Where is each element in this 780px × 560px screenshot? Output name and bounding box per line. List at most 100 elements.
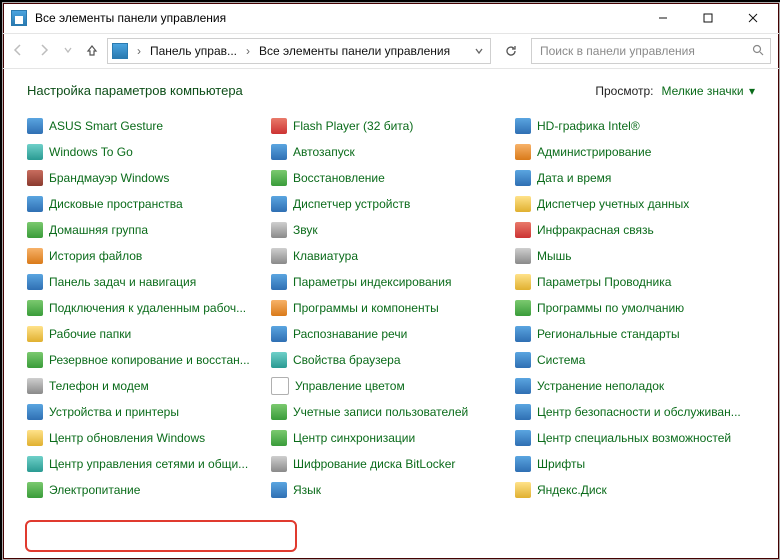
control-panel-item[interactable]: Диспетчер учетных данных	[515, 194, 755, 214]
control-panel-item[interactable]: Flash Player (32 бита)	[271, 116, 511, 136]
control-panel-item[interactable]: Электропитание	[27, 480, 267, 500]
item-label: Электропитание	[49, 483, 267, 497]
items-grid: ASUS Smart Gesture Flash Player (32 бита)…	[27, 116, 755, 500]
control-panel-item[interactable]: Шрифты	[515, 454, 755, 474]
close-button[interactable]	[730, 4, 775, 32]
control-panel-item[interactable]: Звук	[271, 220, 511, 240]
maximize-button[interactable]	[685, 4, 730, 32]
item-label: Центр синхронизации	[293, 431, 511, 445]
back-button[interactable]	[11, 43, 25, 60]
control-panel-item[interactable]: HD-графика Intel®	[515, 116, 755, 136]
backup-icon	[27, 352, 43, 368]
user-accounts-icon	[271, 404, 287, 420]
item-label: Восстановление	[293, 171, 511, 185]
control-panel-item[interactable]: Центр специальных возможностей	[515, 428, 755, 448]
control-panel-item[interactable]: Центр управления сетями и общи...	[27, 454, 267, 474]
control-panel-item[interactable]: Администрирование	[515, 142, 755, 162]
refresh-button[interactable]	[499, 44, 523, 58]
item-label: Администрирование	[537, 145, 755, 159]
search-icon	[752, 44, 764, 59]
control-panel-item[interactable]: Рабочие папки	[27, 324, 267, 344]
control-panel-item[interactable]: Центр обновления Windows	[27, 428, 267, 448]
item-label: История файлов	[49, 249, 267, 263]
control-panel-item[interactable]: Брандмауэр Windows	[27, 168, 267, 188]
date-time-icon	[515, 170, 531, 186]
control-panel-item[interactable]: Центр синхронизации	[271, 428, 511, 448]
control-panel-item[interactable]: Дисковые пространства	[27, 194, 267, 214]
item-label: Устройства и принтеры	[49, 405, 267, 419]
item-label: Устранение неполадок	[537, 379, 755, 393]
forward-button[interactable]	[37, 43, 51, 60]
control-panel-item[interactable]: Восстановление	[271, 168, 511, 188]
breadcrumb-segment-2[interactable]: Все элементы панели управления	[259, 44, 450, 58]
page-title: Настройка параметров компьютера	[27, 83, 243, 98]
control-panel-item[interactable]: Панель задач и навигация	[27, 272, 267, 292]
control-panel-item[interactable]: Управление цветом	[271, 376, 511, 396]
view-by-dropdown[interactable]: Мелкие значки ▾	[662, 84, 755, 98]
window-title: Все элементы панели управления	[35, 11, 226, 25]
control-panel-item[interactable]: Дата и время	[515, 168, 755, 188]
control-panel-item[interactable]: Региональные стандарты	[515, 324, 755, 344]
breadcrumb[interactable]: › Панель управ... › Все элементы панели …	[107, 38, 491, 64]
windows-update-icon	[27, 430, 43, 446]
control-panel-item[interactable]: Распознавание речи	[271, 324, 511, 344]
control-panel-item[interactable]: Шифрование диска BitLocker	[271, 454, 511, 474]
control-panel-item[interactable]: Центр безопасности и обслуживан...	[515, 402, 755, 422]
breadcrumb-segment-1[interactable]: Панель управ...	[150, 44, 237, 58]
control-panel-item[interactable]: Параметры Проводника	[515, 272, 755, 292]
control-panel-item[interactable]: Клавиатура	[271, 246, 511, 266]
control-panel-item[interactable]: Система	[515, 350, 755, 370]
keyboard-icon	[271, 248, 287, 264]
power-options-icon	[27, 482, 43, 498]
control-panel-item[interactable]: Программы по умолчанию	[515, 298, 755, 318]
troubleshooting-icon	[515, 378, 531, 394]
item-label: Программы по умолчанию	[537, 301, 755, 315]
item-label: Параметры Проводника	[537, 275, 755, 289]
search-box[interactable]	[531, 38, 771, 64]
control-panel-item[interactable]: Инфракрасная связь	[515, 220, 755, 240]
item-label: Flash Player (32 бита)	[293, 119, 511, 133]
control-panel-item[interactable]: Автозапуск	[271, 142, 511, 162]
minimize-button[interactable]	[640, 4, 685, 32]
control-panel-item[interactable]: Программы и компоненты	[271, 298, 511, 318]
recent-dropdown[interactable]	[63, 44, 73, 58]
control-panel-item[interactable]: Яндекс.Диск	[515, 480, 755, 500]
control-panel-item[interactable]: Параметры индексирования	[271, 272, 511, 292]
control-panel-item[interactable]: ASUS Smart Gesture	[27, 116, 267, 136]
chevron-right-icon[interactable]: ›	[132, 44, 146, 58]
window-frame: Все элементы панели управления	[2, 2, 780, 560]
control-panel-item[interactable]: Телефон и модем	[27, 376, 267, 396]
gesture-icon	[27, 118, 43, 134]
control-panel-item[interactable]: Домашняя группа	[27, 220, 267, 240]
control-panel-item[interactable]: История файлов	[27, 246, 267, 266]
credential-manager-icon	[515, 196, 531, 212]
item-label: Звук	[293, 223, 511, 237]
control-panel-item[interactable]: Мышь	[515, 246, 755, 266]
up-button[interactable]	[85, 43, 99, 60]
control-panel-item[interactable]: Учетные записи пользователей	[271, 402, 511, 422]
item-label: Автозапуск	[293, 145, 511, 159]
control-panel-item[interactable]: Резервное копирование и восстан...	[27, 350, 267, 370]
control-panel-item[interactable]: Устройства и принтеры	[27, 402, 267, 422]
item-label: ASUS Smart Gesture	[49, 119, 267, 133]
control-panel-item[interactable]: Устранение неполадок	[515, 376, 755, 396]
item-label: Дисковые пространства	[49, 197, 267, 211]
search-input[interactable]	[538, 43, 746, 59]
chevron-down-icon[interactable]	[472, 46, 486, 56]
control-panel-item[interactable]: Подключения к удаленным рабоч...	[27, 298, 267, 318]
ease-of-access-icon	[515, 430, 531, 446]
item-label: Учетные записи пользователей	[293, 405, 511, 419]
control-panel-item[interactable]: Диспетчер устройств	[271, 194, 511, 214]
control-panel-item[interactable]: Язык	[271, 480, 511, 500]
chevron-down-icon: ▾	[746, 84, 755, 98]
control-panel-item[interactable]: Свойства браузера	[271, 350, 511, 370]
flash-icon	[271, 118, 287, 134]
explorer-options-icon	[515, 274, 531, 290]
network-sharing-icon	[27, 456, 43, 472]
programs-features-icon	[271, 300, 287, 316]
control-panel-icon	[112, 43, 128, 59]
item-label: Рабочие папки	[49, 327, 267, 341]
control-panel-item[interactable]: Windows To Go	[27, 142, 267, 162]
item-label: Панель задач и навигация	[49, 275, 267, 289]
chevron-right-icon[interactable]: ›	[241, 44, 255, 58]
